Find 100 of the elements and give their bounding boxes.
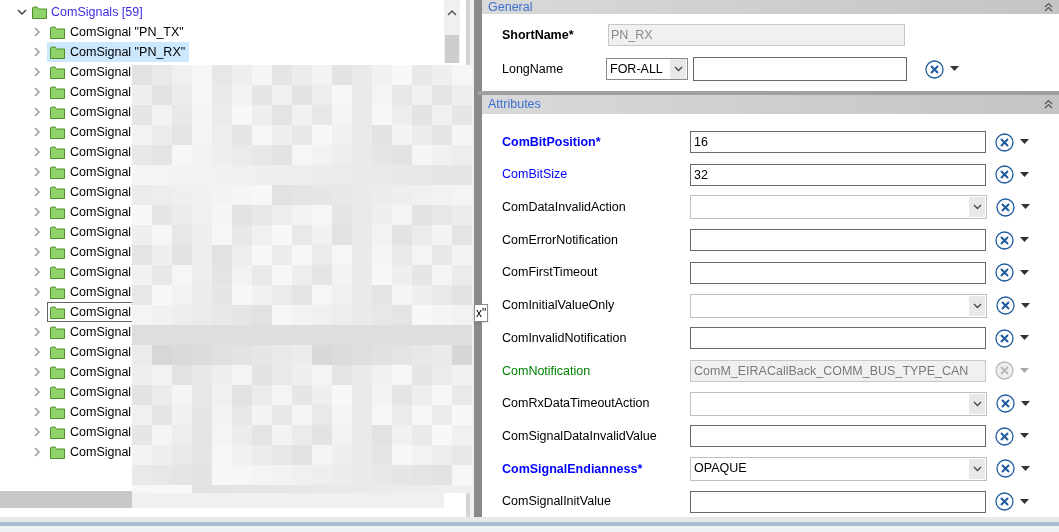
horizontal-scrollbar[interactable] (0, 491, 444, 508)
collapsed-chevron-icon[interactable] (31, 366, 43, 378)
collapsed-chevron-icon[interactable] (31, 186, 43, 198)
tree-item[interactable]: ComSignal (47, 422, 136, 442)
tree-item[interactable]: ComSignal (47, 282, 136, 302)
dropdown-caret-icon[interactable] (950, 66, 959, 72)
tool-icon[interactable] (996, 459, 1015, 479)
dropdown-caret-icon[interactable] (1020, 433, 1029, 440)
tree-item[interactable]: ComSignal (47, 402, 136, 422)
text-field[interactable] (690, 327, 986, 350)
tree-item[interactable]: ComSignal (47, 442, 136, 462)
dropdown-caret-icon[interactable] (1020, 171, 1029, 178)
folder-icon (50, 145, 65, 159)
collapsed-chevron-icon[interactable] (31, 326, 43, 338)
tree-item[interactable]: ComSignal (47, 222, 136, 242)
attribute-label: ComBitPosition* (502, 133, 602, 151)
dropdown-caret-icon[interactable] (1020, 335, 1029, 342)
collapse-icon[interactable] (1044, 99, 1053, 110)
tool-icon[interactable] (995, 230, 1014, 250)
tool-icon[interactable] (996, 296, 1015, 316)
text-field[interactable]: 32 (690, 163, 986, 186)
dropdown-field[interactable] (690, 391, 987, 416)
tree-item[interactable]: ComSignal (47, 182, 136, 202)
collapsed-chevron-icon[interactable] (31, 126, 43, 138)
text-field[interactable]: 16 (690, 131, 986, 154)
collapsed-chevron-icon[interactable] (31, 106, 43, 118)
dropdown-caret-icon[interactable] (1020, 139, 1029, 146)
folder-icon (50, 425, 65, 439)
attribute-label: ComFirstTimeout (502, 264, 599, 282)
tool-icon[interactable] (995, 492, 1014, 512)
collapse-icon[interactable] (1044, 2, 1053, 12)
tool-icon[interactable] (996, 394, 1015, 414)
tool-icon[interactable] (995, 263, 1014, 283)
folder-icon (50, 365, 65, 379)
tree-item[interactable]: ComSignal "PN_TX" (47, 22, 188, 42)
tree-item[interactable]: ComSignal (47, 162, 136, 182)
tree-item[interactable]: ComSignal (47, 362, 136, 382)
tool-icon[interactable] (995, 165, 1014, 185)
collapsed-chevron-icon[interactable] (31, 446, 43, 458)
dropdown-caret-icon[interactable] (1020, 269, 1029, 276)
collapsed-chevron-icon[interactable] (31, 66, 43, 78)
dropdown-caret-icon[interactable] (1021, 400, 1030, 407)
collapsed-chevron-icon[interactable] (31, 266, 43, 278)
tree-item[interactable]: ComSignal (47, 142, 136, 162)
collapsed-chevron-icon[interactable] (31, 86, 43, 98)
collapsed-chevron-icon[interactable] (31, 26, 43, 38)
scrollbar-thumb[interactable] (0, 491, 132, 508)
tree-item[interactable]: ComSignal (47, 322, 136, 342)
collapsed-chevron-icon[interactable] (31, 286, 43, 298)
tree-item[interactable]: ComSignal (47, 102, 136, 122)
dropdown-caret-icon[interactable] (1021, 204, 1030, 211)
tree-item[interactable]: ComSignal (47, 62, 136, 82)
tree-item[interactable]: ComSignal (47, 202, 136, 222)
dropdown-field[interactable] (690, 293, 987, 318)
folder-icon (32, 5, 47, 19)
dropdown-field[interactable]: OPAQUE (690, 456, 987, 481)
collapsed-chevron-icon[interactable] (31, 246, 43, 258)
dropdown-caret-icon[interactable] (1020, 498, 1029, 505)
tree-item[interactable]: ComSignal (47, 82, 136, 102)
collapsed-chevron-icon[interactable] (31, 406, 43, 418)
collapsed-chevron-icon[interactable] (31, 426, 43, 438)
text-field[interactable] (693, 57, 907, 81)
folder-icon (50, 245, 65, 259)
folder-icon (50, 345, 65, 359)
attribute-label: ComSignalEndianness* (502, 460, 644, 478)
scroll-up-icon[interactable] (447, 9, 457, 17)
collapsed-chevron-icon[interactable] (31, 346, 43, 358)
tool-icon[interactable] (995, 426, 1014, 446)
collapsed-chevron-icon[interactable] (31, 46, 43, 58)
tree-item[interactable]: ComSignal (47, 342, 136, 362)
text-field[interactable] (690, 261, 986, 284)
tree-item[interactable]: ComSignal (47, 122, 136, 142)
vertical-scrollbar[interactable] (444, 0, 460, 63)
dropdown-caret-icon[interactable] (1021, 465, 1030, 472)
attribute-label: ComErrorNotification (502, 231, 619, 249)
scrollbar-thumb[interactable] (445, 35, 459, 63)
folder-icon (50, 85, 65, 99)
language-dropdown[interactable]: FOR-ALL (606, 58, 688, 80)
tool-icon[interactable] (996, 197, 1015, 217)
text-field[interactable] (690, 490, 986, 513)
tree-item[interactable]: ComSignal "PN_RX" (47, 42, 190, 62)
dropdown-field[interactable] (690, 195, 987, 220)
collapsed-chevron-icon[interactable] (31, 226, 43, 238)
tool-icon[interactable] (995, 328, 1014, 348)
collapsed-chevron-icon[interactable] (31, 166, 43, 178)
tool-icon[interactable] (995, 132, 1014, 152)
dropdown-caret-icon[interactable] (1020, 237, 1029, 244)
collapsed-chevron-icon[interactable] (31, 146, 43, 158)
dropdown-caret-icon[interactable] (1021, 302, 1030, 309)
tree-item[interactable]: ComSignal (47, 242, 136, 262)
text-field[interactable] (690, 425, 986, 448)
tree-item[interactable]: ComSignal (47, 382, 136, 402)
expanded-chevron-icon[interactable] (16, 6, 28, 18)
tree-item[interactable]: ComSignal (47, 262, 136, 282)
collapsed-chevron-icon[interactable] (31, 306, 43, 318)
collapsed-chevron-icon[interactable] (31, 206, 43, 218)
text-field[interactable] (690, 229, 986, 252)
tool-icon[interactable] (925, 59, 944, 79)
tree-node-label[interactable]: ComSignals [59] (51, 2, 143, 22)
collapsed-chevron-icon[interactable] (31, 386, 43, 398)
